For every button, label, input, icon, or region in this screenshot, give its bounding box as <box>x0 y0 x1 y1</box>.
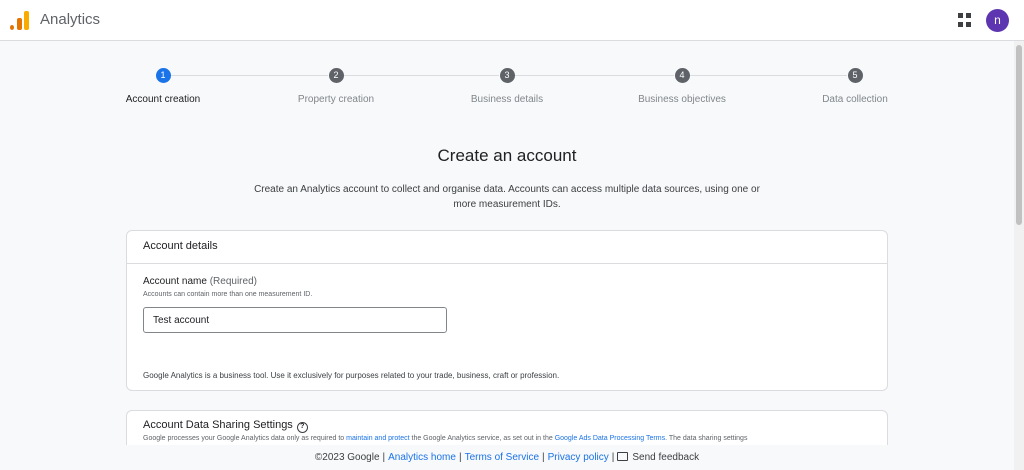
step-business-objectives[interactable]: 4 Business objectives <box>602 68 762 105</box>
data-sharing-text-part: . The data sharing settings <box>665 435 748 442</box>
step-property-creation[interactable]: 2 Property creation <box>256 68 416 105</box>
business-tool-note: Google Analytics is a business tool. Use… <box>143 371 560 380</box>
card-title: Account details <box>127 231 887 264</box>
top-app-bar: Analytics n <box>0 0 1024 41</box>
privacy-policy-link[interactable]: Privacy policy <box>548 452 609 463</box>
help-icon[interactable]: ? <box>296 422 308 433</box>
data-sharing-text-part: the Google Analytics service, as set out… <box>409 435 555 442</box>
feedback-icon <box>617 452 629 461</box>
account-details-card: Account details Account name (Required) … <box>126 230 888 391</box>
page-scrollbar[interactable] <box>1014 41 1024 470</box>
copyright: ©2023 Google <box>314 452 380 463</box>
step-account-creation[interactable]: 1 Account creation <box>83 68 243 105</box>
data-sharing-text-part: Google processes your Google Analytics d… <box>143 435 347 442</box>
avatar[interactable]: n <box>986 9 1009 32</box>
app-title[interactable]: Analytics <box>40 11 100 28</box>
analytics-logo-icon[interactable] <box>10 10 30 30</box>
send-feedback-button[interactable]: Send feedback <box>617 452 699 463</box>
maintain-and-protect-link[interactable]: maintain and protect <box>346 435 409 442</box>
page-title: Create an account <box>437 146 577 165</box>
step-data-collection[interactable]: 5 Data collection <box>775 68 935 105</box>
step-label: Business details <box>470 94 544 105</box>
step-number: 3 <box>499 68 515 83</box>
footer: ©2023 Google | Analytics home | Terms of Ser… <box>0 445 1014 470</box>
step-label: Account creation <box>125 94 201 105</box>
account-name-label: Account name (Required) <box>143 276 257 287</box>
account-name-hint: Accounts can contain more than one measu… <box>143 291 313 298</box>
page-description: Create an Analytics account to collect a… <box>254 184 760 210</box>
data-sharing-card: Account Data Sharing Settings? Google pr… <box>126 410 888 450</box>
step-business-details[interactable]: 3 Business details <box>427 68 587 105</box>
analytics-home-link[interactable]: Analytics home <box>388 452 456 463</box>
step-number: 1 <box>155 68 171 83</box>
step-label: Property creation <box>297 94 375 105</box>
step-label: Data collection <box>822 94 888 105</box>
step-number: 2 <box>328 68 344 83</box>
setup-stepper: 1 Account creation 2 Property creation 3… <box>0 60 1014 120</box>
apps-grid-icon[interactable] <box>958 13 972 27</box>
data-processing-terms-link[interactable]: Google Ads Data Processing Terms <box>555 435 665 442</box>
data-sharing-title-text: Account Data Sharing Settings <box>143 419 293 431</box>
scrollbar-thumb[interactable] <box>1016 45 1022 225</box>
step-label: Business objectives <box>638 94 726 105</box>
account-name-input[interactable] <box>143 307 447 333</box>
step-number: 4 <box>674 68 690 83</box>
account-name-label-text: Account name <box>143 276 207 287</box>
send-feedback-label: Send feedback <box>632 452 700 463</box>
step-number: 5 <box>847 68 863 83</box>
required-marker: (Required) <box>209 276 257 287</box>
terms-of-service-link[interactable]: Terms of Service <box>465 452 539 463</box>
data-sharing-text: Google processes your Google Analytics d… <box>143 435 883 442</box>
data-sharing-title: Account Data Sharing Settings? <box>143 419 308 433</box>
